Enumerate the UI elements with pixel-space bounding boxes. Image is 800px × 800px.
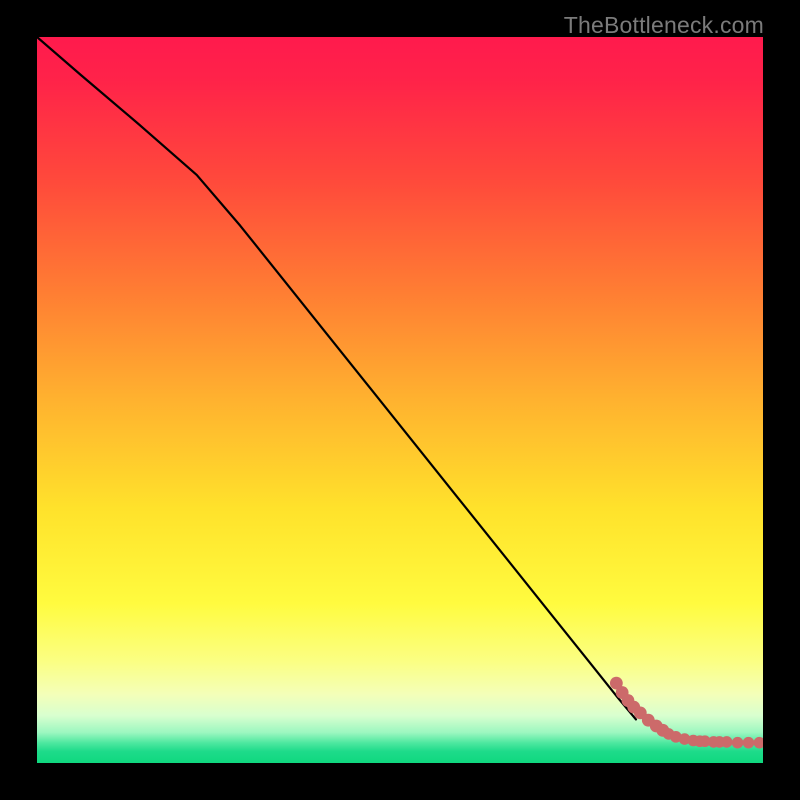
plot-area <box>37 37 763 763</box>
chart-stage: TheBottleneck.com <box>0 0 800 800</box>
watermark-text: TheBottleneck.com <box>564 12 764 39</box>
background-gradient <box>37 37 763 763</box>
